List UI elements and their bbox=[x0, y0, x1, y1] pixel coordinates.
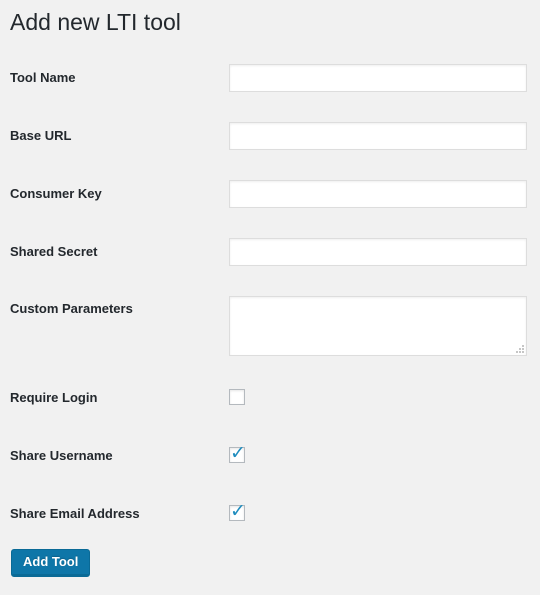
submit-area: Add Tool bbox=[11, 549, 91, 577]
label-base-url: Base URL bbox=[10, 128, 72, 143]
page-title: Add new LTI tool bbox=[10, 9, 181, 35]
form-row-tool-name: Tool Name bbox=[0, 55, 540, 113]
field-wrap-shared-secret bbox=[229, 238, 527, 266]
add-tool-button[interactable]: Add Tool bbox=[11, 549, 91, 577]
form-row-consumer-key: Consumer Key bbox=[0, 171, 540, 229]
field-wrap-custom-parameters bbox=[229, 296, 527, 356]
form-row-base-url: Base URL bbox=[0, 113, 540, 171]
share-email-address-checkbox[interactable]: ✓ bbox=[229, 500, 246, 522]
field-wrap-require-login bbox=[229, 389, 245, 405]
consumer-key-input[interactable] bbox=[229, 180, 527, 208]
label-custom-parameters: Custom Parameters bbox=[10, 301, 133, 316]
field-wrap-consumer-key bbox=[229, 180, 527, 208]
lti-tool-form: Tool Name Base URL Consumer Key Shared S… bbox=[0, 55, 540, 549]
form-row-custom-parameters: Custom Parameters bbox=[0, 287, 540, 375]
field-wrap-share-email-address: ✓ bbox=[229, 500, 246, 522]
label-tool-name: Tool Name bbox=[10, 70, 76, 85]
label-share-username: Share Username bbox=[10, 448, 113, 463]
field-wrap-tool-name bbox=[229, 64, 527, 92]
field-wrap-share-username: ✓ bbox=[229, 442, 246, 464]
field-wrap-base-url bbox=[229, 122, 527, 150]
checkmark-icon: ✓ bbox=[230, 500, 246, 522]
form-row-shared-secret: Shared Secret bbox=[0, 229, 540, 287]
tool-name-input[interactable] bbox=[229, 64, 527, 92]
label-require-login: Require Login bbox=[10, 390, 98, 405]
custom-parameters-textarea[interactable] bbox=[229, 296, 527, 356]
label-share-email-address: Share Email Address bbox=[10, 506, 140, 521]
require-login-checkbox[interactable] bbox=[229, 389, 245, 405]
form-row-share-email-address: Share Email Address ✓ bbox=[0, 491, 540, 549]
form-row-require-login: Require Login bbox=[0, 375, 540, 433]
shared-secret-input[interactable] bbox=[229, 238, 527, 266]
base-url-input[interactable] bbox=[229, 122, 527, 150]
label-consumer-key: Consumer Key bbox=[10, 186, 102, 201]
add-lti-tool-page: Add new LTI tool Tool Name Base URL Cons… bbox=[0, 0, 540, 595]
label-shared-secret: Shared Secret bbox=[10, 244, 98, 259]
form-row-share-username: Share Username ✓ bbox=[0, 433, 540, 491]
share-username-checkbox[interactable]: ✓ bbox=[229, 442, 246, 464]
checkmark-icon: ✓ bbox=[230, 442, 246, 464]
